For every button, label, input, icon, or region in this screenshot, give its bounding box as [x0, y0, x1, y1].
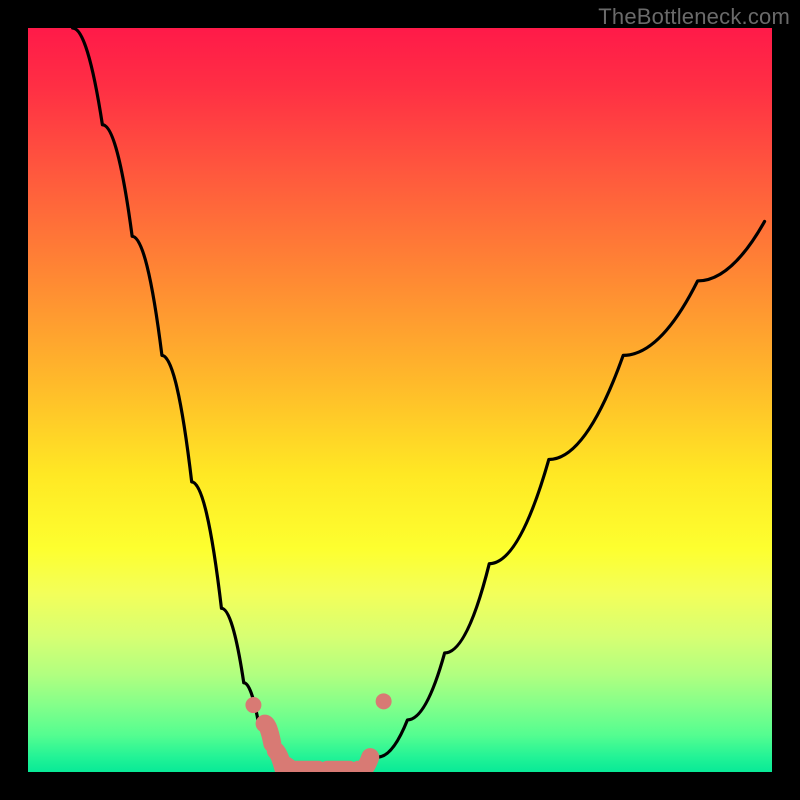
- watermark-label: TheBottleneck.com: [598, 4, 790, 30]
- bead-segment: [265, 724, 371, 770]
- plot-area: [28, 28, 772, 772]
- curves-layer: [28, 28, 772, 772]
- bead-left-upper: [245, 697, 261, 713]
- bottleneck-curve: [73, 28, 765, 771]
- bead-right-upper: [376, 693, 392, 709]
- chart-frame: TheBottleneck.com: [0, 0, 800, 800]
